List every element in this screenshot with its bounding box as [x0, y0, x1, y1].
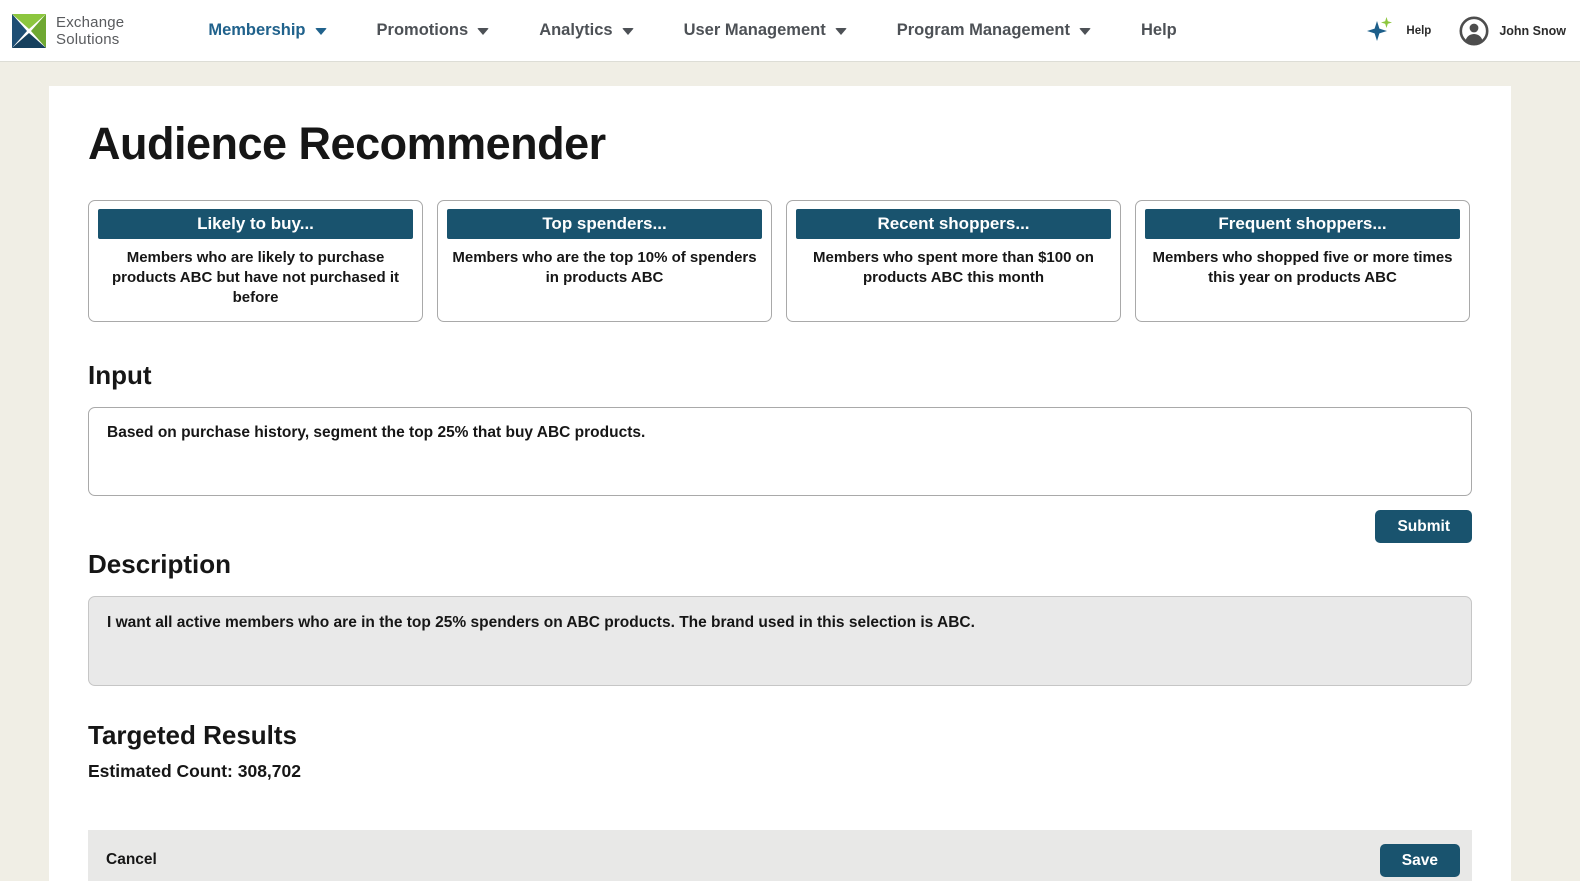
top-navigation-bar: Exchange Solutions Membership Promotions…: [0, 0, 1580, 62]
exchange-solutions-logo-icon: [10, 12, 48, 50]
suggestion-card-description: Members who are likely to purchase produ…: [98, 248, 413, 308]
main-menu: Membership Promotions Analytics User Man…: [208, 21, 1176, 40]
suggestion-card-title: Frequent shoppers...: [1145, 209, 1460, 239]
suggestion-card-title: Recent shoppers...: [796, 209, 1111, 239]
description-section-heading: Description: [88, 549, 1472, 580]
submit-button[interactable]: Submit: [1375, 510, 1472, 543]
nav-item-promotions[interactable]: Promotions: [377, 21, 490, 40]
page-title: Audience Recommender: [88, 118, 1472, 170]
chevron-down-icon: [1079, 28, 1091, 35]
suggestion-cards-row: Likely to buy... Members who are likely …: [88, 200, 1472, 322]
audience-input-textarea[interactable]: Based on purchase history, segment the t…: [88, 407, 1472, 496]
suggestion-card-description: Members who are the top 10% of spenders …: [447, 248, 762, 288]
nav-right-group: Help John Snow: [1363, 14, 1566, 48]
footer-action-bar: Cancel Save: [88, 830, 1472, 881]
chevron-down-icon: [622, 28, 634, 35]
nav-item-program-management[interactable]: Program Management: [897, 21, 1091, 40]
suggestion-card-description: Members who spent more than $100 on prod…: [796, 248, 1111, 288]
estimated-count: Estimated Count: 308,702: [88, 761, 1472, 782]
nav-item-user-management[interactable]: User Management: [684, 21, 847, 40]
input-section-heading: Input: [88, 360, 1472, 391]
targeted-results-heading: Targeted Results: [88, 720, 1472, 751]
assistant-help-button[interactable]: Help: [1363, 14, 1431, 48]
audience-recommender-panel: Audience Recommender Likely to buy... Me…: [49, 86, 1511, 881]
suggestion-card-title: Top spenders...: [447, 209, 762, 239]
nav-item-analytics[interactable]: Analytics: [539, 21, 633, 40]
chevron-down-icon: [835, 28, 847, 35]
brand-name: Exchange Solutions: [56, 14, 124, 48]
sparkle-icon: [1363, 14, 1397, 48]
nav-item-membership[interactable]: Membership: [208, 21, 326, 40]
chevron-down-icon: [477, 28, 489, 35]
suggestion-card-description: Members who shopped five or more times t…: [1145, 248, 1460, 288]
suggestion-card-recent-shoppers[interactable]: Recent shoppers... Members who spent mor…: [786, 200, 1121, 322]
description-readonly-box: I want all active members who are in the…: [88, 596, 1472, 686]
chevron-down-icon: [315, 28, 327, 35]
submit-row: Submit: [88, 510, 1472, 543]
avatar: [1459, 16, 1489, 46]
nav-item-help[interactable]: Help: [1141, 21, 1177, 40]
suggestion-card-title: Likely to buy...: [98, 209, 413, 239]
suggestion-card-top-spenders[interactable]: Top spenders... Members who are the top …: [437, 200, 772, 322]
cancel-button[interactable]: Cancel: [106, 851, 157, 869]
assistant-help-label: Help: [1406, 25, 1431, 37]
user-name: John Snow: [1499, 24, 1566, 38]
suggestion-card-likely-to-buy[interactable]: Likely to buy... Members who are likely …: [88, 200, 423, 322]
brand-logo[interactable]: Exchange Solutions: [10, 12, 124, 50]
save-button[interactable]: Save: [1380, 844, 1460, 877]
user-menu[interactable]: John Snow: [1459, 16, 1566, 46]
suggestion-card-frequent-shoppers[interactable]: Frequent shoppers... Members who shopped…: [1135, 200, 1470, 322]
page-background: Audience Recommender Likely to buy... Me…: [0, 62, 1580, 881]
